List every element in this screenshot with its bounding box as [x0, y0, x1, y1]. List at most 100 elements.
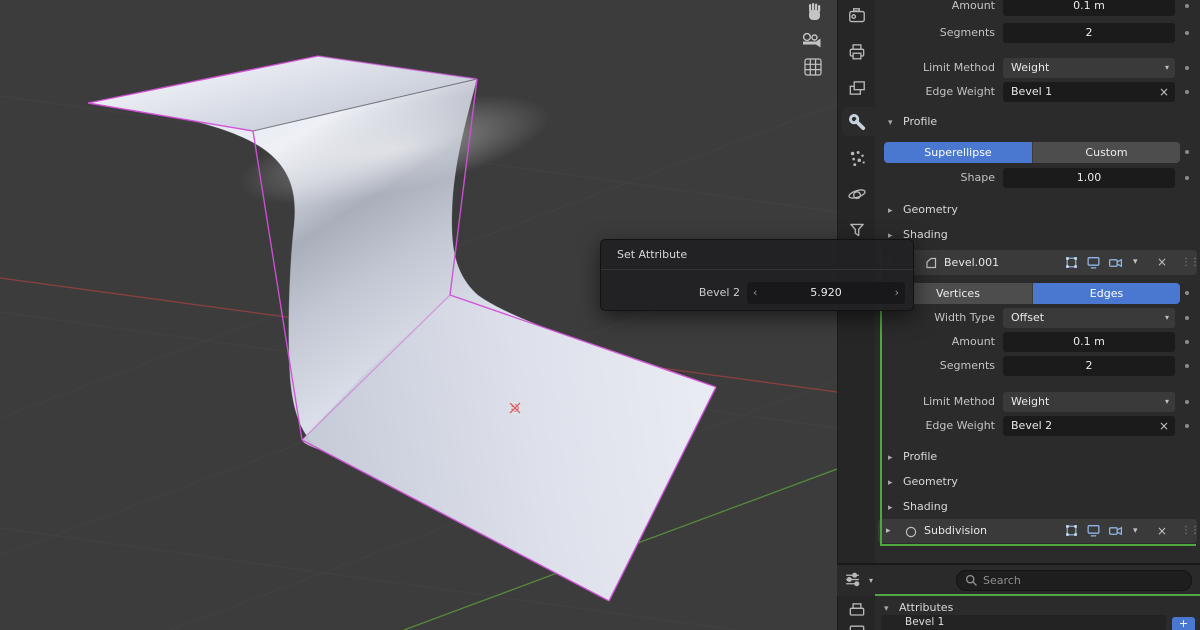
tab-object-data[interactable]: [847, 220, 867, 240]
bottom-properties-header: ▾ Search: [837, 563, 1200, 596]
animate-dot[interactable]: [1185, 150, 1189, 154]
tab-modifiers-wrench-icon[interactable]: [847, 112, 867, 132]
animate-dot[interactable]: [1185, 316, 1189, 320]
tab-view-layer[interactable]: [847, 78, 867, 98]
section-geometry[interactable]: ▸ Geometry: [888, 200, 958, 220]
realtime-display-toggle-icon[interactable]: [1086, 255, 1102, 270]
edge-weight-value: Bevel 1: [1011, 85, 1053, 98]
editmode-toggle-icon[interactable]: [1064, 523, 1080, 538]
modifier-name[interactable]: Bevel.001: [944, 250, 999, 275]
shape-label: Shape: [960, 171, 995, 184]
close-icon[interactable]: ×: [1159, 416, 1169, 436]
bevel-modifier-icon: [924, 255, 938, 274]
tab-render-bottom[interactable]: [847, 600, 867, 620]
limit-method-label: Limit Method: [922, 395, 995, 408]
3d-viewport[interactable]: [0, 0, 837, 630]
amount-field[interactable]: 0.1 m: [1003, 332, 1175, 352]
chevron-down-icon: ▾: [888, 118, 893, 128]
drag-handle[interactable]: ⋮⋮: [1181, 519, 1200, 543]
close-icon[interactable]: ×: [1159, 82, 1169, 102]
modifier-header-bevel001[interactable]: ▾ Bevel.001 ▾ × ⋮⋮: [878, 250, 1200, 275]
section-profile[interactable]: ▾ Profile: [888, 112, 937, 132]
width-type-dropdown[interactable]: Offset ▾: [1003, 308, 1175, 328]
slider-decrement-icon[interactable]: ‹: [753, 282, 757, 304]
dropdown-value: Weight: [1011, 395, 1050, 408]
search-input[interactable]: Search: [956, 570, 1192, 591]
tab-render[interactable]: [847, 6, 867, 26]
chevron-down-icon: ▾: [1164, 63, 1169, 72]
row-edge-weight-2: Edge Weight Bevel 2 ×: [875, 416, 1200, 436]
animate-dot[interactable]: [1185, 90, 1189, 94]
extras-chevron-icon[interactable]: ▾: [1133, 250, 1138, 275]
limit-method-dropdown[interactable]: Weight ▾: [1003, 58, 1175, 78]
attribute-name: Bevel 1: [905, 616, 945, 628]
render-toggle-icon[interactable]: [1108, 255, 1124, 270]
extras-chevron-icon[interactable]: ▾: [1133, 519, 1138, 543]
edge-weight-field[interactable]: Bevel 1 ×: [1003, 82, 1175, 102]
animate-dot[interactable]: [1185, 176, 1189, 180]
dropdown-value: Offset: [1011, 311, 1045, 324]
expand-icon[interactable]: ▸: [886, 519, 891, 543]
properties-editor: Amount 0.1 m Segments 2 Limit Method Wei…: [875, 0, 1200, 630]
segments-label: Segments: [939, 26, 995, 39]
limit-method-dropdown[interactable]: Weight ▾: [1003, 392, 1175, 412]
amount-label: Amount: [951, 0, 995, 12]
tab-physics[interactable]: [847, 184, 867, 204]
modifier-name[interactable]: Subdivision: [924, 519, 987, 543]
edge-weight-field[interactable]: Bevel 2 ×: [1003, 416, 1175, 436]
section-shading-2[interactable]: ▸ Shading: [888, 497, 948, 517]
slider-value: 5.920: [810, 286, 842, 299]
row-limit-method: Limit Method Weight ▾: [875, 58, 1200, 78]
chevron-down-icon: ▾: [1164, 397, 1169, 406]
chevron-right-icon: ▸: [888, 478, 893, 488]
render-toggle-icon[interactable]: [1108, 523, 1124, 538]
tab-particles[interactable]: [847, 148, 867, 168]
segments-label: Segments: [939, 359, 995, 372]
animate-dot[interactable]: [1185, 31, 1189, 35]
popup-title: Set Attribute: [617, 248, 688, 261]
section-profile-2[interactable]: ▸ Profile: [888, 447, 937, 467]
tab-output-bottom[interactable]: [847, 624, 867, 630]
dropdown-value: Weight: [1011, 61, 1050, 74]
section-label: Geometry: [903, 203, 958, 216]
amount-field[interactable]: 0.1 m: [1003, 0, 1175, 16]
close-icon[interactable]: ×: [1157, 250, 1167, 275]
properties-tab-strip: [837, 0, 876, 630]
close-icon[interactable]: ×: [1157, 519, 1167, 543]
width-type-label: Width Type: [934, 311, 995, 324]
3d-cursor: [508, 401, 522, 415]
row-limit-method-2: Limit Method Weight ▾: [875, 392, 1200, 412]
add-attribute-button[interactable]: +: [1172, 617, 1195, 630]
animate-dot[interactable]: [1185, 364, 1189, 368]
editor-type-button[interactable]: ▾: [844, 571, 882, 591]
drag-handle[interactable]: ⋮⋮: [1181, 250, 1200, 275]
chevron-right-icon: ▸: [888, 503, 893, 513]
section-geometry-2[interactable]: ▸ Geometry: [888, 472, 958, 492]
row-segments-2: Segments 2: [875, 356, 1200, 376]
section-label: Profile: [903, 115, 938, 128]
search-placeholder: Search: [983, 574, 1021, 587]
animate-dot[interactable]: [1185, 424, 1189, 428]
realtime-display-toggle-icon[interactable]: [1086, 523, 1102, 538]
row-amount: Amount 0.1 m: [875, 0, 1200, 16]
edge-weight-label: Edge Weight: [925, 419, 995, 432]
animate-dot[interactable]: [1185, 66, 1189, 70]
animate-dot[interactable]: [1185, 4, 1189, 8]
chevron-right-icon: ▸: [888, 206, 893, 216]
section-label: Geometry: [903, 475, 958, 488]
active-editor-outline: [875, 594, 1200, 596]
set-attribute-popup[interactable]: Set Attribute Bevel 2 ‹ 5.920 ›: [600, 239, 914, 311]
animate-dot[interactable]: [1185, 340, 1189, 344]
tab-output[interactable]: [847, 41, 867, 61]
slider-increment-icon[interactable]: ›: [895, 282, 899, 304]
shape-field[interactable]: 1.00: [1003, 168, 1175, 188]
modifier-header-subdivision[interactable]: ▸ Subdivision ▾ × ⋮⋮: [878, 519, 1200, 543]
popup-field-label: Bevel 2: [698, 286, 740, 299]
row-amount-2: Amount 0.1 m: [875, 332, 1200, 352]
segments-field[interactable]: 2: [1003, 356, 1175, 376]
animate-dot[interactable]: [1185, 291, 1189, 295]
animate-dot[interactable]: [1185, 400, 1189, 404]
popup-value-slider[interactable]: ‹ 5.920 ›: [747, 282, 905, 304]
editmode-toggle-icon[interactable]: [1064, 255, 1080, 270]
segments-field[interactable]: 2: [1003, 23, 1175, 43]
